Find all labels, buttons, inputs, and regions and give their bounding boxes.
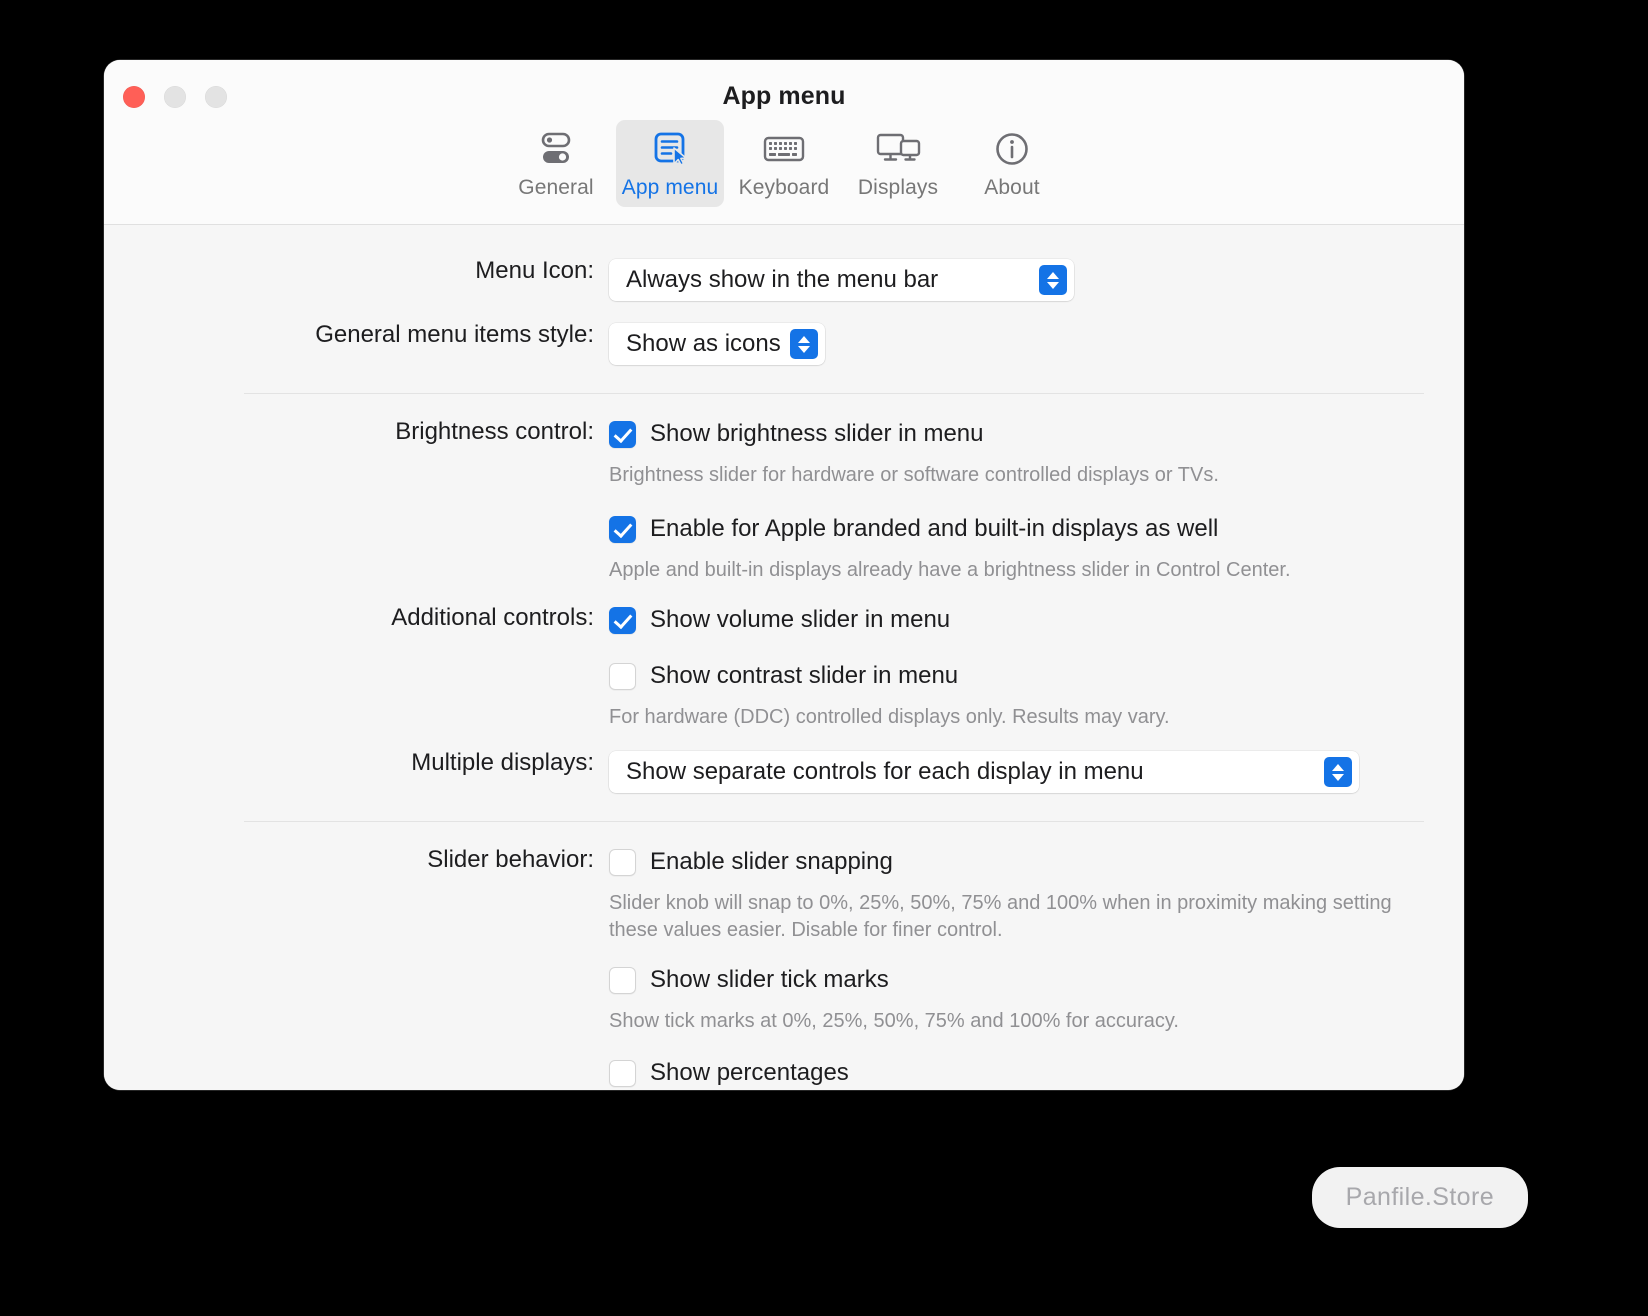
tab-keyboard[interactable]: Keyboard: [730, 120, 838, 207]
checkbox-label: Enable slider snapping: [650, 848, 893, 875]
window-titlebar: App menu General App menu Keyboard Displ…: [104, 60, 1464, 225]
tab-app-menu-label: App menu: [621, 176, 719, 199]
contrast-slider-hint: For hardware (DDC) controlled displays o…: [609, 706, 1170, 728]
displays-icon: [873, 128, 923, 170]
checkbox-label: Show contrast slider in menu: [650, 662, 959, 689]
toolbar-tabs: General App menu Keyboard Displays About: [104, 120, 1464, 207]
chevron-updown-icon: [1324, 757, 1352, 787]
checkbox-indicator[interactable]: [609, 966, 636, 994]
tab-about[interactable]: About: [958, 120, 1066, 207]
multiple-displays-label: Multiple displays:: [411, 749, 594, 776]
row-multiple-displays: Multiple displays: Show separate control…: [104, 751, 1464, 793]
tab-displays-label: Displays: [857, 176, 939, 199]
checkbox-show-volume-slider[interactable]: Show volume slider in menu: [609, 606, 1424, 634]
toggles-icon: [534, 128, 578, 170]
info-circle-icon: [990, 128, 1034, 170]
slider-snapping-hint: Slider knob will snap to 0%, 25%, 50%, 7…: [609, 892, 1392, 941]
menu-list-icon: [648, 128, 692, 170]
keyboard-icon: [760, 128, 808, 170]
row-additional-controls: Additional controls: Show volume slider …: [104, 606, 1464, 731]
section-divider-2: [244, 821, 1424, 822]
menu-icon-select[interactable]: Always show in the menu bar: [609, 259, 1074, 301]
chevron-updown-icon: [1039, 265, 1067, 295]
checkbox-enable-slider-snapping[interactable]: Enable slider snapping: [609, 848, 1424, 876]
tab-app-menu[interactable]: App menu: [616, 120, 724, 207]
checkbox-label: Enable for Apple branded and built-in di…: [650, 515, 1219, 542]
row-slider-behavior: Slider behavior: Enable slider snapping …: [104, 848, 1464, 1090]
checkbox-label: Show percentages: [650, 1059, 849, 1086]
watermark-badge: Panfile.Store: [1311, 1167, 1528, 1228]
checkbox-indicator[interactable]: [609, 420, 636, 448]
checkbox-show-brightness-slider[interactable]: Show brightness slider in menu: [609, 420, 1424, 448]
section-divider-1: [244, 393, 1424, 394]
menu-icon-label: Menu Icon:: [475, 257, 594, 284]
brightness-control-label: Brightness control:: [395, 418, 594, 445]
checkbox-indicator[interactable]: [609, 848, 636, 876]
checkbox-show-percentages[interactable]: Show percentages: [609, 1059, 1424, 1087]
preferences-window: App menu General App menu Keyboard Displ…: [104, 60, 1464, 1090]
tab-displays[interactable]: Displays: [844, 120, 952, 207]
slider-behavior-label: Slider behavior:: [427, 846, 594, 873]
checkbox-indicator[interactable]: [609, 606, 636, 634]
tick-marks-hint: Show tick marks at 0%, 25%, 50%, 75% and…: [609, 1010, 1179, 1032]
preferences-content: Menu Icon: Always show in the menu bar G…: [104, 225, 1464, 1090]
chevron-updown-icon: [789, 329, 818, 359]
window-title: App menu: [722, 82, 846, 110]
multiple-displays-value: Show separate controls for each display …: [626, 758, 1144, 785]
watermark-text: Panfile.Store: [1345, 1183, 1494, 1211]
tab-general-label: General: [518, 176, 594, 199]
tab-general[interactable]: General: [502, 120, 610, 207]
brightness-slider-hint: Brightness slider for hardware or softwa…: [609, 464, 1219, 486]
row-menu-icon: Menu Icon: Always show in the menu bar: [104, 259, 1464, 301]
apple-builtin-hint: Apple and built-in displays already have…: [609, 559, 1291, 581]
general-menu-items-style-label: General menu items style:: [315, 321, 594, 348]
additional-controls-label: Additional controls:: [391, 604, 594, 631]
checkbox-indicator[interactable]: [609, 662, 636, 690]
checkbox-indicator[interactable]: [609, 1059, 636, 1087]
tab-about-label: About: [984, 176, 1040, 199]
general-menu-items-style-value: Show as icons: [626, 330, 781, 357]
checkbox-indicator[interactable]: [609, 515, 636, 543]
checkbox-label: Show volume slider in menu: [650, 606, 951, 633]
checkbox-enable-apple-builtin[interactable]: Enable for Apple branded and built-in di…: [609, 515, 1424, 543]
row-general-menu-items-style: General menu items style: Show as icons: [104, 323, 1464, 365]
tab-keyboard-label: Keyboard: [738, 176, 830, 199]
checkbox-show-slider-tick-marks[interactable]: Show slider tick marks: [609, 966, 1424, 994]
multiple-displays-select[interactable]: Show separate controls for each display …: [609, 751, 1359, 793]
checkbox-label: Show slider tick marks: [650, 966, 889, 993]
checkbox-label: Show brightness slider in menu: [650, 420, 984, 447]
menu-icon-value: Always show in the menu bar: [626, 266, 939, 293]
row-brightness-control: Brightness control: Show brightness slid…: [104, 420, 1464, 584]
checkbox-show-contrast-slider[interactable]: Show contrast slider in menu: [609, 662, 1424, 690]
general-menu-items-style-select[interactable]: Show as icons: [609, 323, 825, 365]
